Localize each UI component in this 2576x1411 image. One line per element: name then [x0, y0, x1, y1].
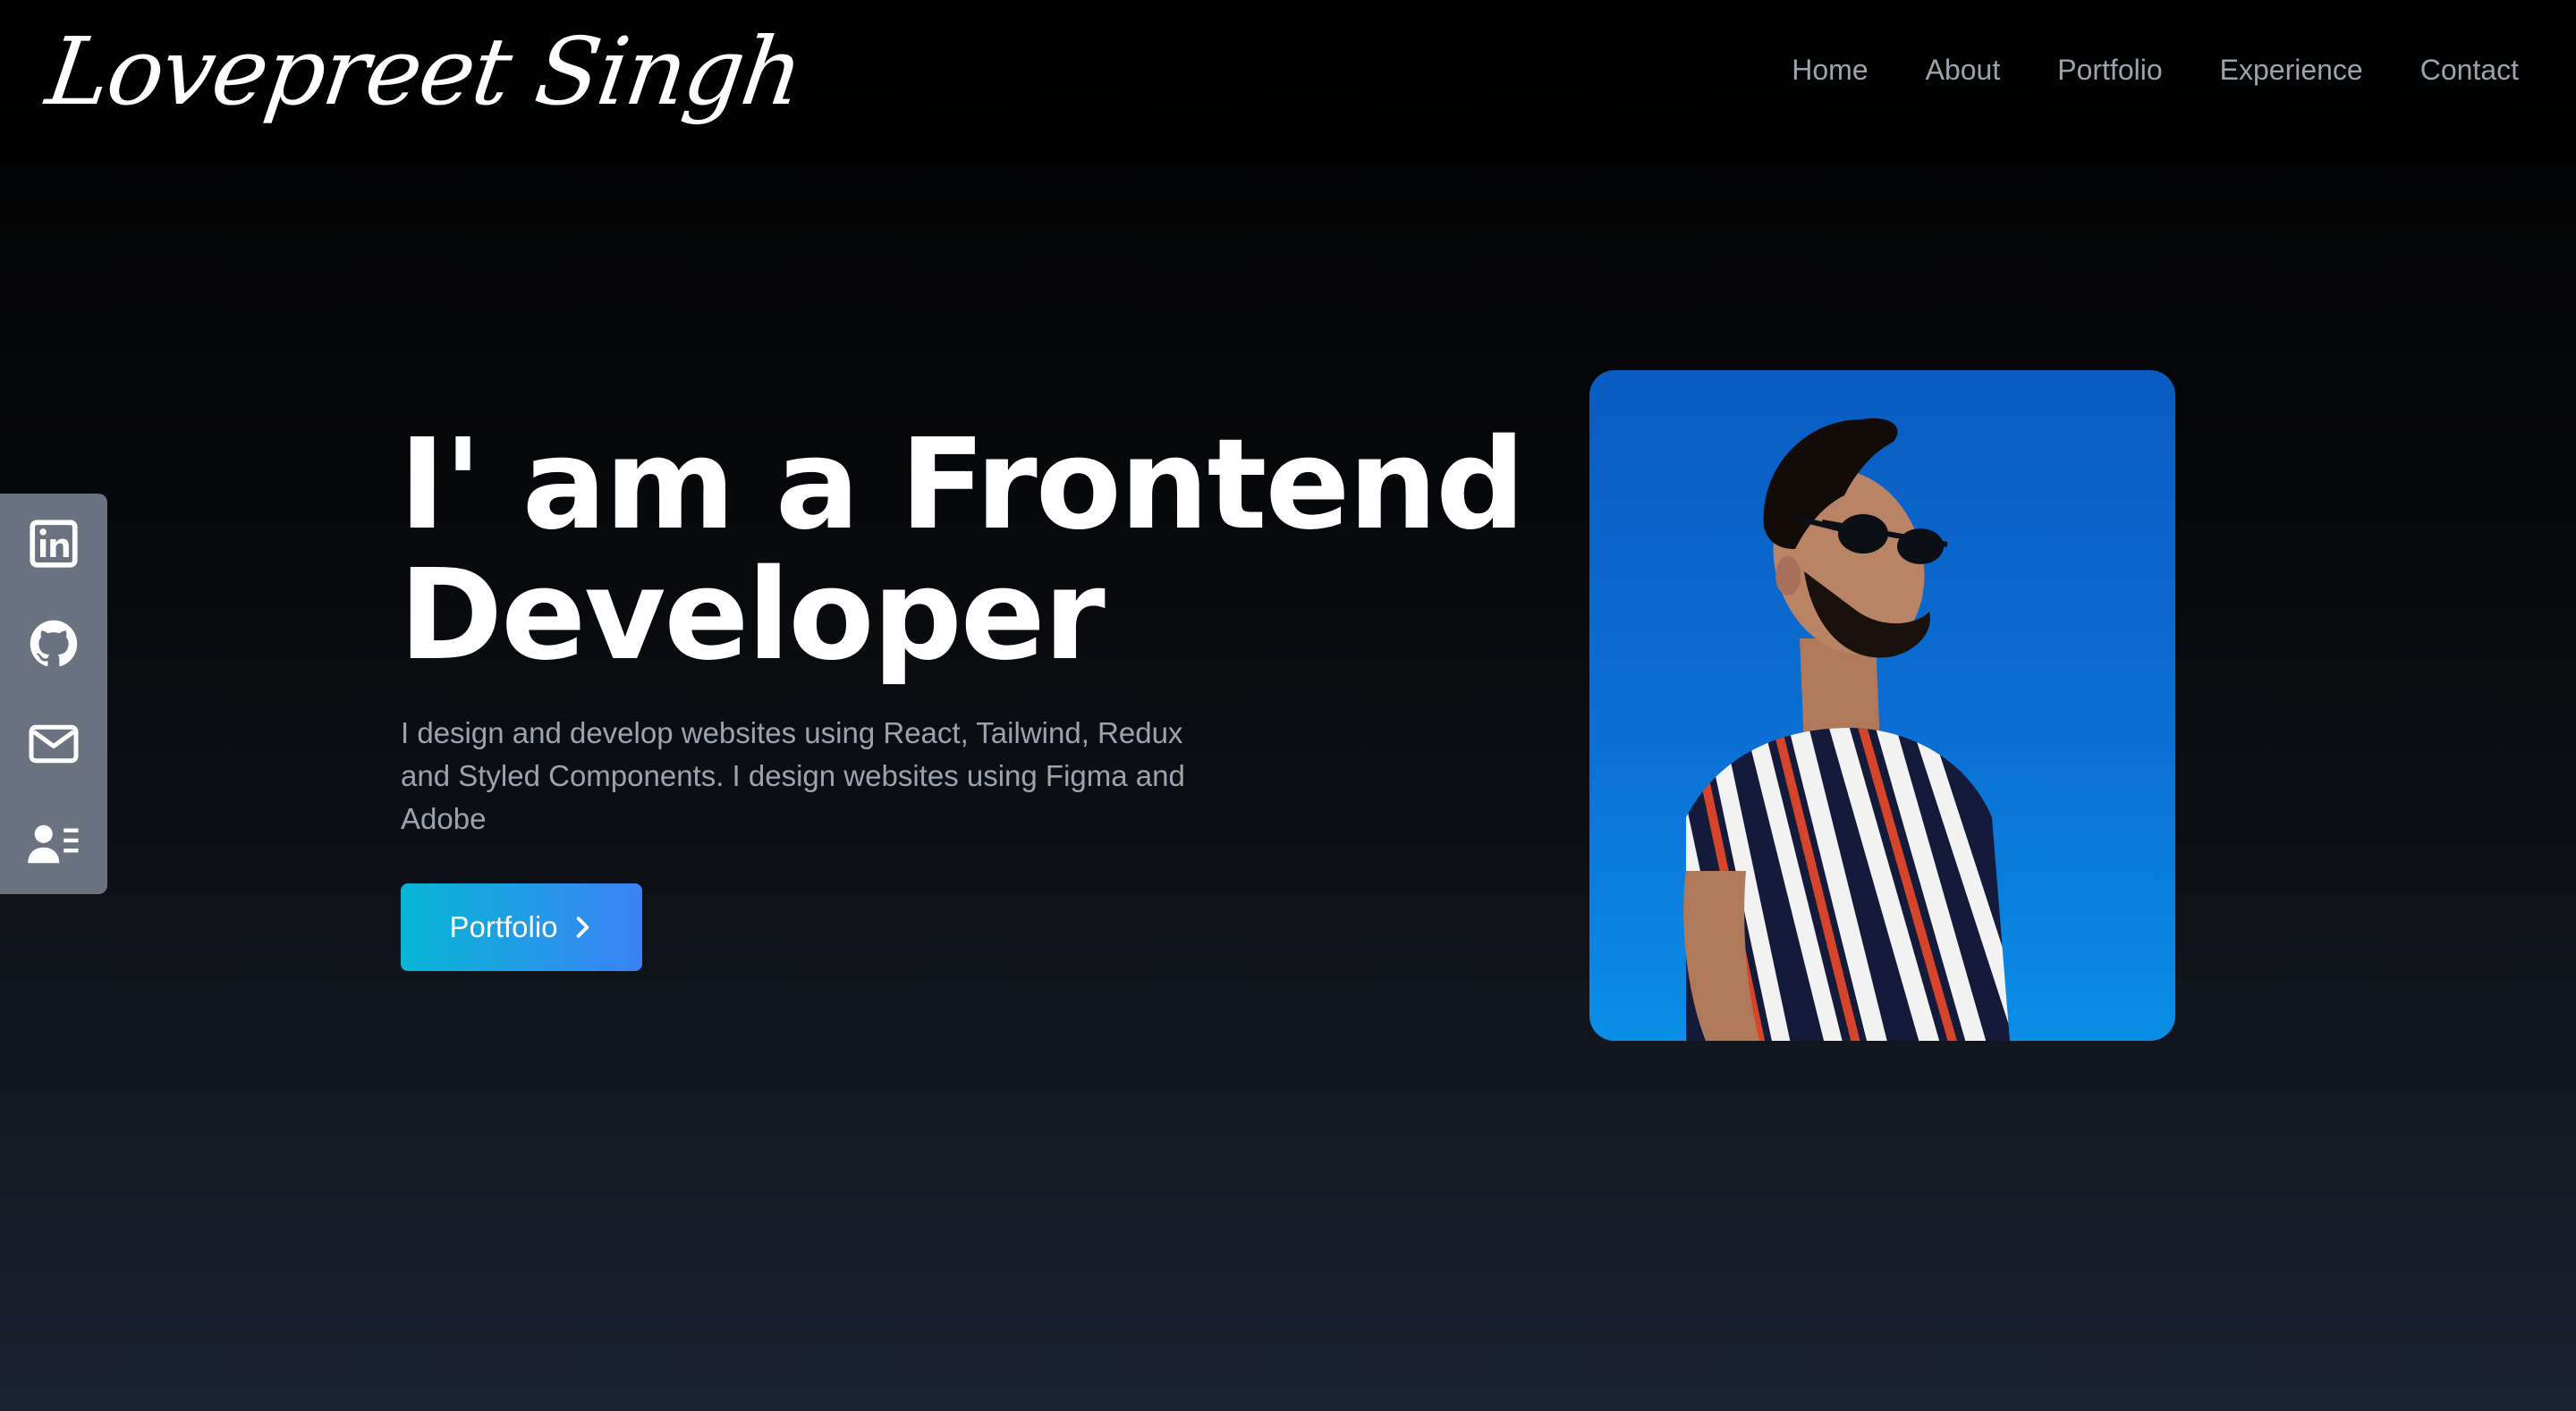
resume-link[interactable]: [0, 794, 107, 894]
github-link[interactable]: [0, 594, 107, 694]
linkedin-icon: [30, 520, 78, 568]
nav-portfolio-link[interactable]: Portfolio: [2057, 46, 2162, 93]
portfolio-button[interactable]: Portfolio: [401, 883, 642, 971]
github-icon: [30, 620, 78, 667]
site-header: Lovepreet Singh Home About Portfolio Exp…: [0, 0, 2576, 143]
resume-icon: [28, 824, 79, 864]
nav-home-link[interactable]: Home: [1792, 46, 1868, 93]
hero-description: I design and develop websites using Reac…: [401, 716, 1185, 835]
chevron-right-icon: [576, 917, 589, 938]
mail-icon: [29, 724, 79, 764]
linkedin-link[interactable]: [0, 494, 107, 594]
hero-title: I' am a Frontend Developer: [399, 412, 1525, 689]
profile-photo: [1589, 370, 2175, 1041]
email-link[interactable]: [0, 694, 107, 794]
site-logo[interactable]: Lovepreet Singh: [39, 9, 809, 134]
profile-photo-illustration: [1683, 418, 2010, 1041]
nav-contact-link[interactable]: Contact: [2420, 46, 2519, 93]
social-sidebar: [0, 494, 107, 894]
nav-about-link[interactable]: About: [1926, 46, 2001, 93]
portfolio-button-label: Portfolio: [449, 910, 558, 943]
nav-experience-link[interactable]: Experience: [2220, 46, 2363, 93]
hero-title-line-1: I' am a Frontend: [399, 412, 1525, 558]
main-nav: Home About Portfolio Experience Contact: [1792, 46, 2519, 93]
hero-title-line-2: Developer: [399, 543, 1106, 689]
